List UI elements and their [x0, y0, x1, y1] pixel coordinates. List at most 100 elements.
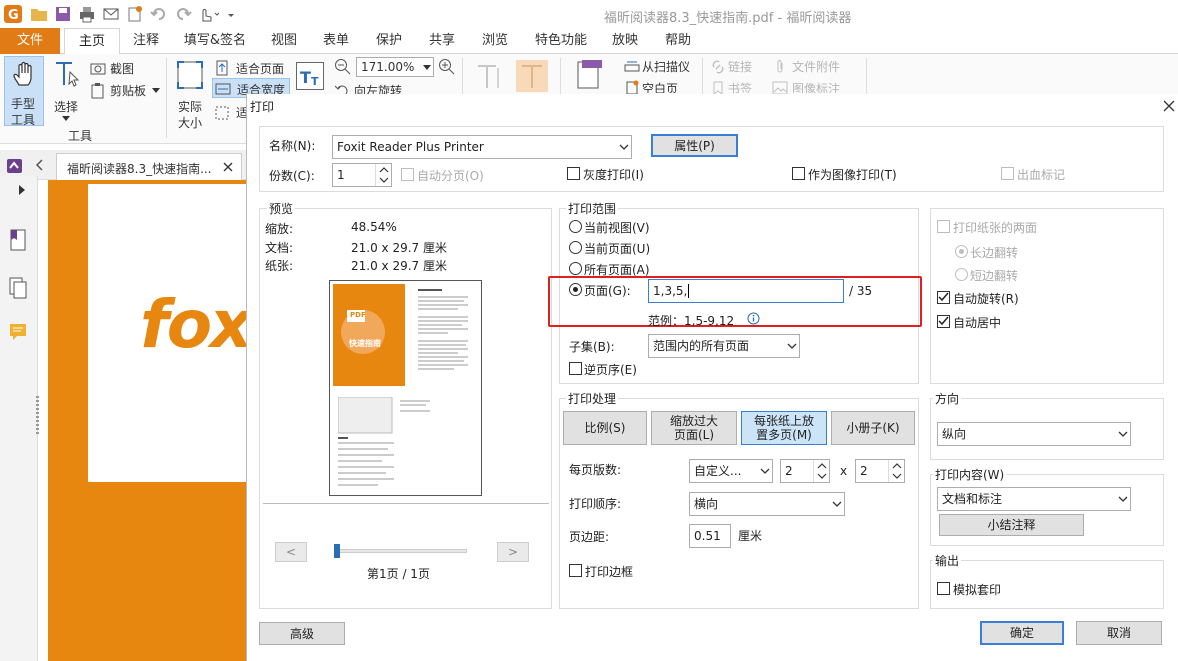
save-icon[interactable]	[54, 5, 72, 23]
zoom-out-icon[interactable]	[334, 58, 352, 76]
grayscale-checkbox[interactable]	[567, 167, 580, 180]
simulate-overprint-checkbox[interactable]	[937, 582, 950, 595]
tab-file[interactable]: 文件	[0, 28, 60, 54]
link-button[interactable]: 链接	[710, 58, 770, 76]
columns-stepper[interactable]: 2	[780, 459, 830, 483]
copies-stepper[interactable]: 1	[332, 163, 392, 187]
panel-resize-handle[interactable]	[36, 396, 39, 436]
email-icon[interactable]	[102, 5, 120, 23]
print-both-sides-checkbox[interactable]	[937, 220, 950, 233]
info-icon[interactable]	[747, 312, 760, 325]
multiple-pages-button[interactable]: 每张纸上放 置多页(M)	[741, 411, 827, 445]
booklet-button[interactable]: 小册子(K)	[831, 411, 915, 445]
subset-select[interactable]: 范围内的所有页面	[648, 334, 800, 358]
text-highlight-icon[interactable]	[516, 60, 548, 92]
actual-size-button[interactable]: 实际 大小	[172, 58, 208, 130]
page-organize-icon[interactable]	[574, 60, 606, 92]
print-icon[interactable]	[78, 5, 96, 23]
page-range-input[interactable]: 1,3,5,	[648, 279, 844, 303]
summarize-comments-button[interactable]: 小结注释	[939, 514, 1084, 536]
tab-comment[interactable]: 注释	[124, 28, 168, 54]
print-border-checkbox[interactable]	[569, 564, 582, 577]
close-icon[interactable]	[223, 162, 233, 172]
tab-protect[interactable]: 保护	[367, 28, 411, 54]
margin-input[interactable]: 0.51	[689, 524, 731, 548]
current-page-radio[interactable]	[569, 241, 582, 254]
printer-select[interactable]: Foxit Reader Plus Printer	[332, 135, 632, 159]
current-view-radio[interactable]	[569, 220, 582, 233]
fit-visible-button[interactable]: 适	[214, 104, 248, 122]
ok-button[interactable]: 确定	[980, 621, 1064, 645]
clipboard-button[interactable]: 剪贴板	[90, 82, 160, 100]
document-tab[interactable]: 福昕阅读器8.3_快速指南...	[56, 153, 242, 181]
short-edge-radio[interactable]	[955, 268, 968, 281]
typewriter-icon[interactable]: TT	[296, 62, 324, 90]
long-edge-radio[interactable]	[955, 245, 968, 258]
print-as-image-checkbox[interactable]	[792, 167, 805, 180]
print-content-select[interactable]: 文档和标注	[937, 487, 1131, 511]
foxit-sign-icon[interactable]	[6, 158, 24, 174]
all-pages-radio[interactable]	[569, 262, 582, 275]
collate-checkbox[interactable]	[401, 168, 414, 181]
copies-label: 份数(C):	[269, 169, 315, 183]
print-dialog: 打印 名称(N): Foxit Reader Plus Printer 属性(P…	[246, 94, 1178, 661]
print-order-select[interactable]: 横向	[689, 492, 845, 516]
spinner-arrows-icon[interactable]	[375, 164, 391, 186]
bookmark-panel-icon[interactable]	[8, 228, 28, 252]
expand-panel-icon[interactable]	[18, 184, 26, 196]
tab-share[interactable]: 共享	[420, 28, 464, 54]
auto-center-checkbox[interactable]	[937, 315, 950, 328]
subset-value: 范围内的所有页面	[653, 339, 750, 353]
tab-fill-sign[interactable]: 填写&签名	[180, 28, 250, 54]
zoom-in-icon[interactable]	[438, 58, 456, 76]
file-attachment-button[interactable]: 文件附件	[772, 58, 862, 76]
preview-next-button[interactable]: >	[497, 542, 529, 562]
reverse-order-checkbox[interactable]	[569, 362, 582, 375]
pages-per-sheet-select[interactable]: 自定义...	[689, 459, 773, 483]
customize-toolbar-icon[interactable]	[226, 5, 236, 23]
screenshot-button[interactable]: 截图	[90, 60, 160, 78]
preview-page-slider[interactable]	[335, 549, 467, 553]
bleed-marks-checkbox[interactable]	[1001, 167, 1014, 180]
scale-button[interactable]: 比例(S)	[563, 411, 647, 445]
multiple-pages-label: 每张纸上放	[753, 414, 814, 428]
cancel-button[interactable]: 取消	[1076, 621, 1162, 645]
chevron-left-icon[interactable]	[34, 158, 44, 172]
foxit-logo-text: fox	[140, 286, 253, 363]
new-document-icon[interactable]	[126, 5, 144, 23]
tab-home[interactable]: 主页	[64, 28, 120, 55]
advanced-button[interactable]: 高级	[259, 622, 345, 645]
hand-tool-button[interactable]: 手型 工具	[4, 56, 44, 127]
preview-thumbnail: PDF 快速指南	[329, 280, 482, 496]
fit-page-button[interactable]: 适合页面	[214, 58, 294, 78]
fit-oversized-button[interactable]: 缩放过大 页面(L)	[651, 411, 737, 445]
auto-rotate-checkbox[interactable]	[937, 291, 950, 304]
pages-radio[interactable]	[569, 283, 582, 296]
undo-icon[interactable]	[150, 5, 168, 23]
redo-icon[interactable]	[174, 5, 192, 23]
open-folder-icon[interactable]	[30, 5, 48, 23]
orientation-title: 方向	[933, 390, 962, 407]
select-tool-button[interactable]: 选择	[50, 58, 84, 124]
from-scanner-button[interactable]: 从扫描仪	[624, 58, 704, 76]
slider-thumb[interactable]	[334, 544, 340, 558]
comments-panel-icon[interactable]	[8, 322, 28, 342]
touch-mode-icon[interactable]	[198, 5, 222, 23]
preview-prev-button[interactable]: <	[275, 542, 307, 562]
orientation-select[interactable]: 纵向	[937, 422, 1131, 446]
rows-stepper[interactable]: 2	[855, 459, 905, 483]
pages-panel-icon[interactable]	[8, 276, 28, 300]
tab-slideshow[interactable]: 放映	[603, 28, 647, 54]
hand-icon	[13, 61, 37, 87]
text-tool-icon[interactable]	[474, 62, 506, 92]
spinner-arrows-icon[interactable]	[813, 460, 829, 482]
tab-view[interactable]: 视图	[262, 28, 306, 54]
tab-form[interactable]: 表单	[314, 28, 358, 54]
tab-features[interactable]: 特色功能	[530, 28, 592, 54]
tab-help[interactable]: 帮助	[656, 28, 700, 54]
close-icon[interactable]	[1163, 100, 1175, 112]
tab-browse[interactable]: 浏览	[473, 28, 517, 54]
zoom-combo[interactable]: 171.00%	[356, 57, 434, 77]
spinner-arrows-icon[interactable]	[888, 460, 904, 482]
properties-button[interactable]: 属性(P)	[651, 134, 738, 157]
